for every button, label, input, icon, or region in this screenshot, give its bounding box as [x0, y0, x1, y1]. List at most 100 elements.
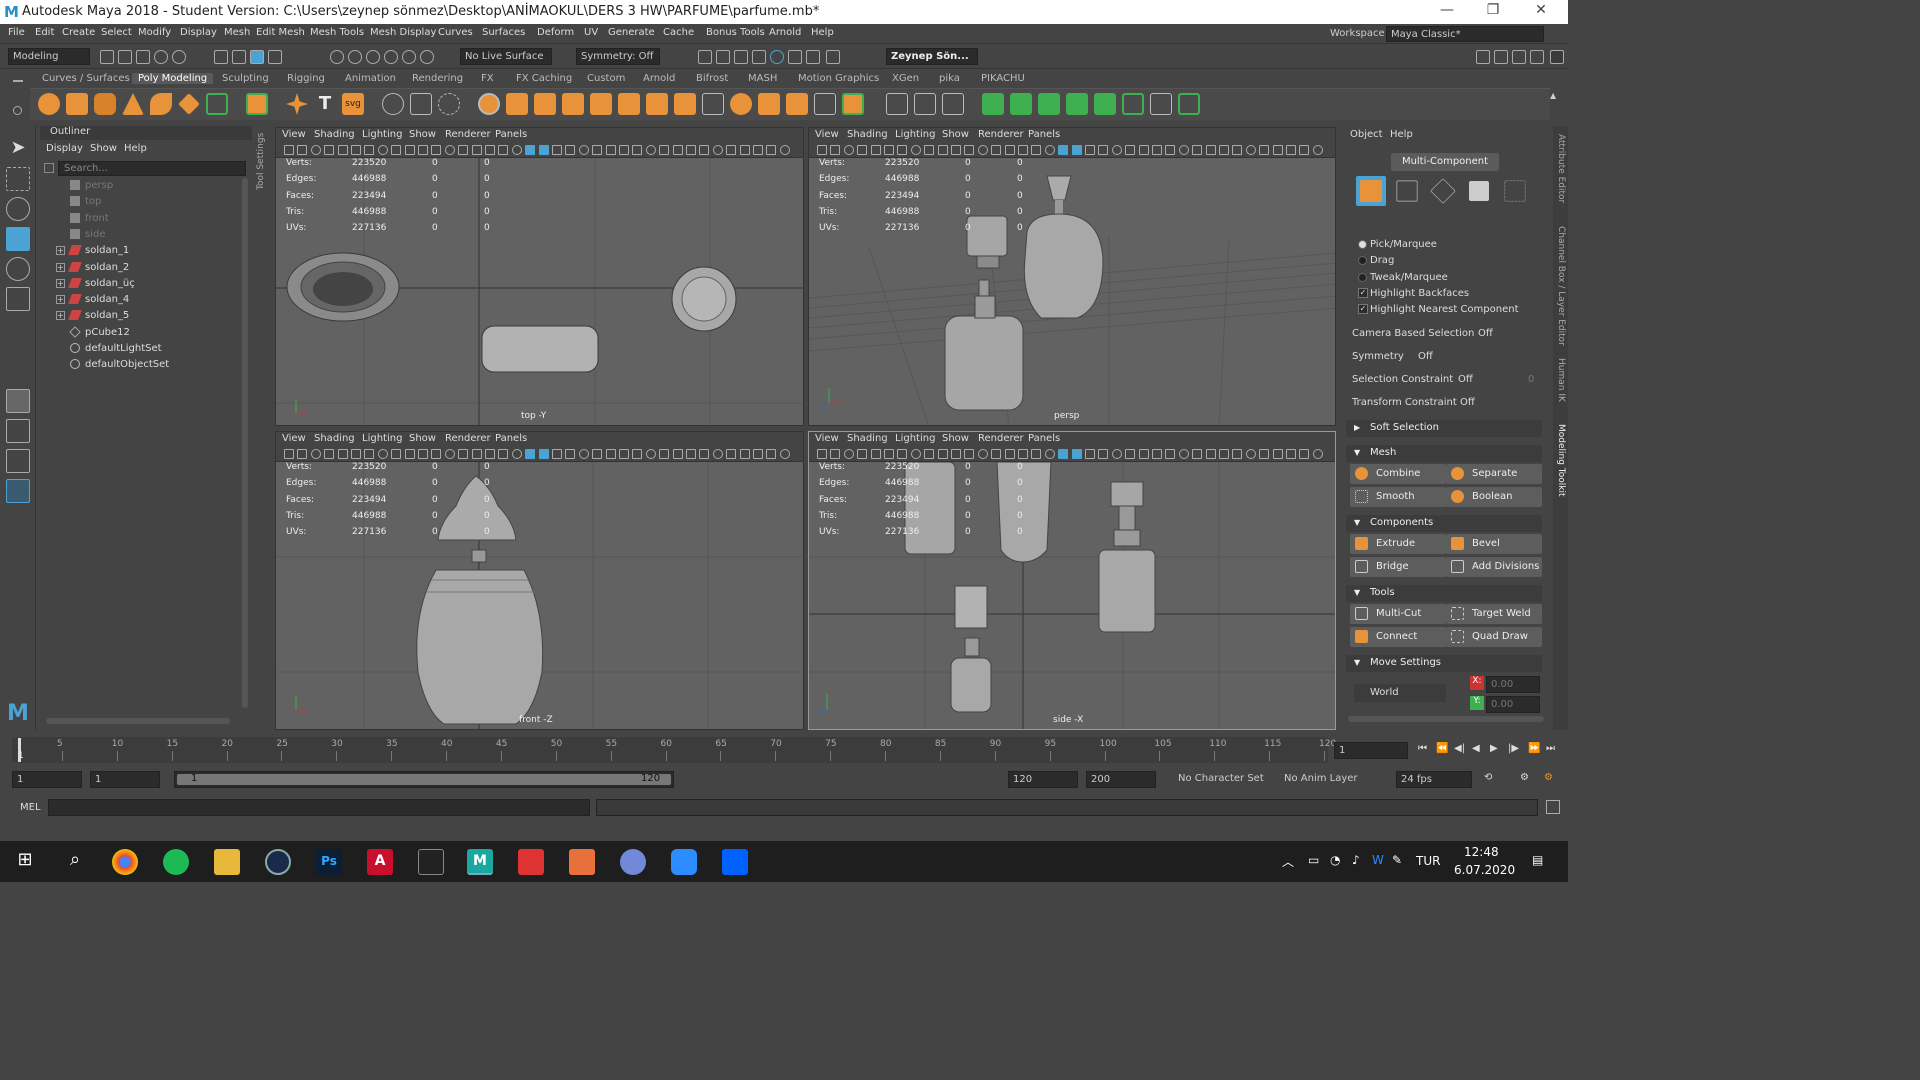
- menu-create[interactable]: Create: [62, 27, 95, 38]
- viewport-toolbar-icon[interactable]: [1031, 145, 1042, 155]
- viewport-toolbar-icon[interactable]: [951, 449, 961, 459]
- vp-menu-renderer[interactable]: Renderer: [978, 433, 1024, 444]
- viewport-toolbar-icon[interactable]: [1259, 145, 1270, 155]
- target-weld-button[interactable]: Target Weld: [1446, 604, 1542, 624]
- expand-icon[interactable]: +: [56, 278, 65, 288]
- render-icon[interactable]: [698, 50, 712, 64]
- shelf-options[interactable]: [10, 72, 26, 120]
- multi-component-button[interactable]: Multi-Component: [1391, 153, 1499, 171]
- viewport-toolbar-icon[interactable]: [511, 449, 522, 459]
- viewport-toolbar-icon[interactable]: [592, 145, 603, 155]
- viewport-toolbar-icon[interactable]: [619, 449, 629, 459]
- shelf-tab-sculpting[interactable]: Sculpting: [222, 73, 269, 84]
- viewport-toolbar-icon[interactable]: [565, 449, 576, 459]
- poly-sphere-icon[interactable]: [38, 93, 60, 115]
- minimize-icon[interactable]: —: [1432, 2, 1462, 18]
- viewport-toolbar-icon[interactable]: [672, 145, 683, 155]
- battery-icon[interactable]: ▭: [1308, 853, 1319, 867]
- script-editor-icon[interactable]: [1546, 800, 1560, 814]
- render-settings-icon[interactable]: [752, 50, 766, 64]
- viewport-toolbar-icon[interactable]: [951, 145, 961, 155]
- unity-icon[interactable]: [418, 849, 444, 875]
- tab-human-ik[interactable]: Human IK: [1556, 358, 1566, 402]
- viewport-toolbar-icon[interactable]: [870, 145, 881, 155]
- merge-icon[interactable]: [646, 93, 668, 115]
- shelf-tab-xgen[interactable]: XGen: [892, 73, 919, 84]
- clock-time[interactable]: 12:48: [1464, 845, 1499, 859]
- vp-menu-renderer[interactable]: Renderer: [445, 433, 491, 444]
- viewport-toolbar-icon[interactable]: [377, 145, 388, 155]
- shelf-tab-poly-modeling[interactable]: Poly Modeling: [132, 73, 214, 84]
- viewport-toolbar-icon[interactable]: [753, 145, 763, 155]
- viewport-toolbar-icon[interactable]: [418, 145, 428, 155]
- viewport-toolbar-icon[interactable]: [924, 145, 935, 155]
- viewport-toolbar-icon[interactable]: [1178, 145, 1189, 155]
- snap-view-icon[interactable]: [384, 50, 398, 64]
- viewport-toolbar-icon[interactable]: [538, 449, 549, 459]
- viewport-toolbar-icon[interactable]: [1018, 145, 1028, 155]
- vp-menu-show[interactable]: Show: [942, 129, 969, 140]
- viewport-toolbar-icon[interactable]: [391, 145, 402, 155]
- viewport-toolbar-icon[interactable]: [977, 449, 988, 459]
- viewport-toolbar-icon[interactable]: [297, 145, 308, 155]
- viewport-toolbar-icon[interactable]: [645, 449, 656, 459]
- viewport-toolbar-icon[interactable]: [578, 145, 589, 155]
- menu-set-select[interactable]: Modeling: [8, 48, 90, 65]
- viewport-side[interactable]: View Shading Lighting Show Renderer Pane…: [808, 431, 1336, 730]
- mtk-menu-object[interactable]: Object: [1350, 129, 1383, 140]
- viewport-toolbar-icon[interactable]: [1138, 449, 1149, 459]
- search-options-icon[interactable]: [44, 163, 54, 173]
- poly-torus-icon[interactable]: [150, 93, 172, 115]
- viewport-toolbar-icon[interactable]: [565, 145, 576, 155]
- vp-menu-panels[interactable]: Panels: [495, 129, 527, 140]
- mel-label[interactable]: MEL: [20, 802, 41, 813]
- shelf-tab-bifrost[interactable]: Bifrost: [696, 73, 728, 84]
- snap-point-icon[interactable]: [366, 50, 380, 64]
- viewport-toolbar-icon[interactable]: [471, 449, 482, 459]
- quad-draw-icon[interactable]: [842, 93, 864, 115]
- menu-select[interactable]: Select: [101, 27, 132, 38]
- viewport-toolbar-icon[interactable]: [699, 449, 710, 459]
- separate-button[interactable]: Separate: [1446, 464, 1542, 484]
- shelf-tab-animation[interactable]: Animation: [345, 73, 396, 84]
- outliner-vertical-scrollbar[interactable]: [242, 178, 248, 708]
- play-forwards-icon[interactable]: ▶: [1490, 743, 1498, 754]
- loop-icon[interactable]: ⟲: [1484, 772, 1492, 783]
- viewport-toolbar-icon[interactable]: [619, 145, 629, 155]
- move-settings-section[interactable]: ▼ Move Settings: [1346, 655, 1542, 672]
- anim-layer-select[interactable]: No Anim Layer: [1280, 771, 1380, 788]
- viewport-toolbar-icon[interactable]: [884, 449, 894, 459]
- viewport-toolbar-icon[interactable]: [605, 449, 616, 459]
- uv-editor-icon[interactable]: [1122, 93, 1144, 115]
- viewport-toolbar-icon[interactable]: [1018, 449, 1028, 459]
- viewport-toolbar-icon[interactable]: [1312, 145, 1323, 155]
- viewport-toolbar-icon[interactable]: [498, 449, 509, 459]
- platonic-solid-icon[interactable]: [246, 93, 268, 115]
- zoom-icon[interactable]: [671, 849, 697, 875]
- select-component-icon[interactable]: [250, 50, 264, 64]
- ipr-render-icon[interactable]: [716, 50, 730, 64]
- live-surface-field[interactable]: No Live Surface: [460, 48, 552, 65]
- vp-menu-view[interactable]: View: [282, 129, 306, 140]
- shelf-tab-fx[interactable]: FX: [481, 73, 494, 84]
- viewport-toolbar-icon[interactable]: [991, 145, 1002, 155]
- planar-map-icon[interactable]: [886, 93, 908, 115]
- viewport-toolbar-icon[interactable]: [1245, 145, 1256, 155]
- viewport-toolbar-icon[interactable]: [739, 145, 750, 155]
- menu-mesh-display[interactable]: Mesh Display: [370, 27, 436, 38]
- vp-menu-renderer[interactable]: Renderer: [978, 129, 1024, 140]
- vp-menu-panels[interactable]: Panels: [1028, 433, 1060, 444]
- viewport-toolbar-icon[interactable]: [712, 145, 723, 155]
- viewport-toolbar-icon[interactable]: [1004, 145, 1015, 155]
- playback-end-field[interactable]: 120: [1008, 771, 1078, 788]
- viewport-toolbar-icon[interactable]: [538, 145, 549, 155]
- vertex-mode-button[interactable]: [1396, 180, 1418, 202]
- offset-edge-loop-icon[interactable]: [730, 93, 752, 115]
- viewport-toolbar-icon[interactable]: [843, 449, 854, 459]
- menu-mesh-tools[interactable]: Mesh Tools: [310, 27, 364, 38]
- viewport-toolbar-icon[interactable]: [1098, 145, 1109, 155]
- combine-button[interactable]: Combine: [1350, 464, 1446, 484]
- toggle-tool-settings-icon[interactable]: [1512, 50, 1526, 64]
- viewport-toolbar-icon[interactable]: [937, 145, 948, 155]
- viewport-toolbar-icon[interactable]: [578, 449, 589, 459]
